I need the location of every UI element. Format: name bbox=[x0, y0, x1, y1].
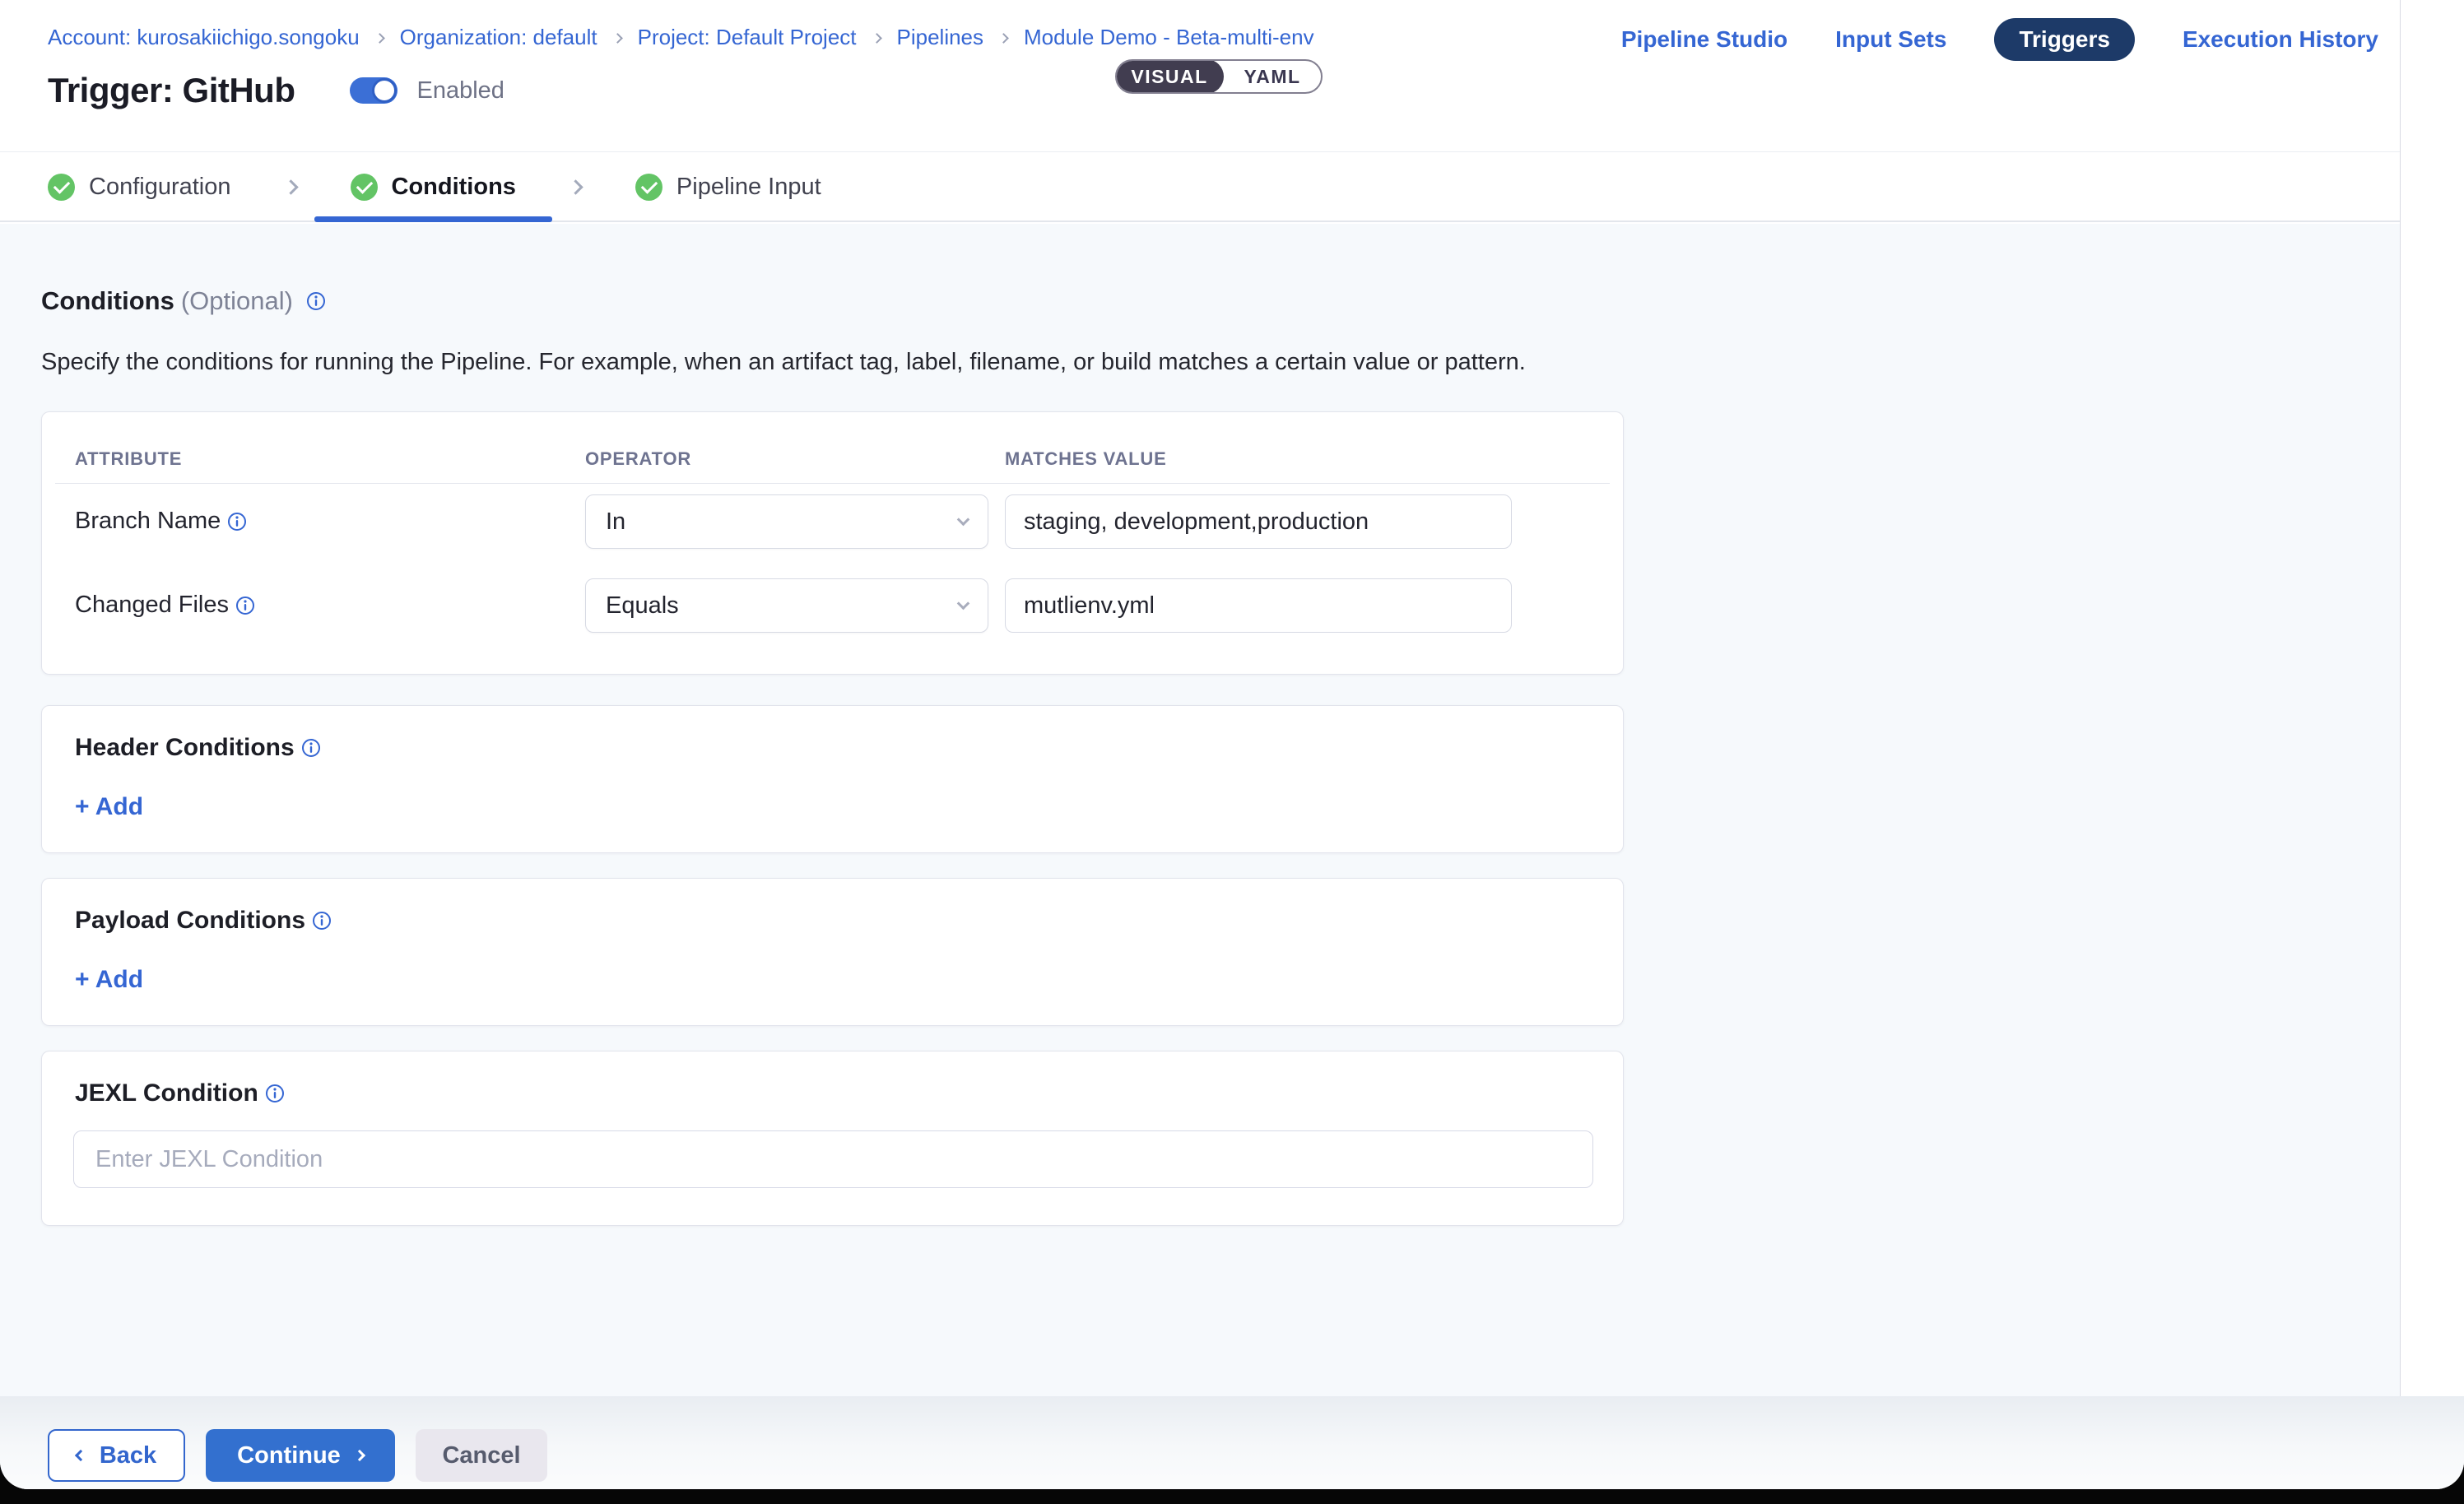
cancel-button[interactable]: Cancel bbox=[416, 1429, 547, 1482]
info-icon[interactable] bbox=[235, 596, 255, 615]
changed-files-matches-value-input[interactable] bbox=[1005, 578, 1512, 633]
enabled-toggle[interactable] bbox=[350, 77, 397, 104]
back-button-label: Back bbox=[100, 1442, 156, 1469]
tab-configuration[interactable]: Configuration bbox=[12, 153, 267, 220]
conditions-description: Specify the conditions for running the P… bbox=[41, 349, 1526, 376]
row-changed-files-label: Changed Files bbox=[75, 592, 255, 619]
page-header: Account: kurosakiichigo.songoku Organiza… bbox=[0, 0, 2400, 152]
branch-operator-value: In bbox=[606, 508, 625, 536]
changed-files-operator-select[interactable]: Equals bbox=[585, 578, 988, 633]
chevron-right-icon bbox=[568, 179, 583, 194]
breadcrumb-project[interactable]: Project: Default Project bbox=[638, 25, 857, 50]
yaml-toggle-button[interactable]: YAML bbox=[1224, 61, 1321, 92]
jexl-condition-title: JEXL Condition bbox=[75, 1079, 285, 1107]
visual-yaml-toggle: VISUAL YAML bbox=[1115, 59, 1323, 94]
breadcrumb-account[interactable]: Account: kurosakiichigo.songoku bbox=[48, 25, 360, 50]
payload-conditions-title-text: Payload Conditions bbox=[75, 907, 305, 935]
conditions-panel: Conditions (Optional) Specify the condit… bbox=[0, 224, 2400, 1396]
check-circle-icon bbox=[48, 174, 75, 201]
tab-configuration-label: Configuration bbox=[89, 174, 231, 201]
toggle-knob bbox=[372, 78, 397, 103]
branch-matches-value-input[interactable] bbox=[1005, 494, 1512, 549]
right-side-panel bbox=[2400, 0, 2464, 1396]
continue-button[interactable]: Continue bbox=[206, 1429, 395, 1482]
tab-pipeline-input[interactable]: Pipeline Input bbox=[599, 153, 858, 220]
branch-operator-select[interactable]: In bbox=[585, 494, 988, 549]
column-header-matches-value: MATCHES VALUE bbox=[1005, 448, 1167, 470]
chevron-down-icon bbox=[957, 596, 970, 610]
continue-button-label: Continue bbox=[237, 1442, 341, 1469]
breadcrumb-organization[interactable]: Organization: default bbox=[400, 25, 597, 50]
chevron-right-icon bbox=[374, 33, 385, 44]
table-header-divider bbox=[55, 483, 1610, 484]
info-icon[interactable] bbox=[306, 291, 326, 311]
header-conditions-add-button[interactable]: + Add bbox=[75, 793, 143, 821]
visual-toggle-button[interactable]: VISUAL bbox=[1115, 59, 1224, 94]
nav-pipeline-studio[interactable]: Pipeline Studio bbox=[1621, 26, 1788, 53]
breadcrumb: Account: kurosakiichigo.songoku Organiza… bbox=[48, 25, 1314, 50]
column-header-operator: OPERATOR bbox=[585, 448, 691, 470]
info-icon[interactable] bbox=[312, 911, 332, 931]
header-conditions-card: Header Conditions + Add bbox=[41, 705, 1624, 853]
payload-conditions-card: Payload Conditions + Add bbox=[41, 878, 1624, 1026]
jexl-condition-input[interactable] bbox=[73, 1130, 1593, 1188]
branch-name-text: Branch Name bbox=[75, 508, 221, 535]
conditions-heading: Conditions (Optional) bbox=[41, 286, 326, 316]
conditions-optional-text: (Optional) bbox=[181, 286, 293, 316]
changed-files-operator-value: Equals bbox=[606, 592, 679, 620]
title-row: Trigger: GitHub Enabled bbox=[48, 71, 504, 110]
chevron-right-icon bbox=[354, 1450, 365, 1461]
chevron-right-icon bbox=[283, 179, 298, 194]
info-icon[interactable] bbox=[265, 1084, 285, 1103]
chevron-right-icon bbox=[612, 33, 623, 44]
cancel-button-label: Cancel bbox=[442, 1442, 520, 1469]
payload-conditions-title: Payload Conditions bbox=[75, 907, 332, 935]
enabled-label: Enabled bbox=[417, 77, 504, 104]
changed-files-text: Changed Files bbox=[75, 592, 229, 619]
info-icon[interactable] bbox=[301, 738, 321, 758]
row-branch-name-label: Branch Name bbox=[75, 508, 247, 535]
payload-conditions-add-button[interactable]: + Add bbox=[75, 966, 143, 994]
chevron-down-icon bbox=[957, 513, 970, 526]
jexl-condition-title-text: JEXL Condition bbox=[75, 1079, 258, 1107]
header-conditions-title: Header Conditions bbox=[75, 734, 321, 762]
footer-bar: Back Continue Cancel bbox=[0, 1396, 2464, 1489]
page-title: Trigger: GitHub bbox=[48, 71, 295, 110]
check-circle-icon bbox=[635, 174, 662, 201]
conditions-table-card: ATTRIBUTE OPERATOR MATCHES VALUE Branch … bbox=[41, 411, 1624, 675]
header-conditions-title-text: Header Conditions bbox=[75, 734, 295, 762]
chevron-right-icon bbox=[872, 33, 882, 44]
tab-pipeline-input-label: Pipeline Input bbox=[676, 174, 821, 201]
nav-input-sets[interactable]: Input Sets bbox=[1835, 26, 1946, 53]
back-button[interactable]: Back bbox=[48, 1429, 185, 1482]
chevron-left-icon bbox=[75, 1450, 86, 1461]
breadcrumb-pipeline-name[interactable]: Module Demo - Beta-multi-env bbox=[1024, 25, 1314, 50]
tab-conditions[interactable]: Conditions bbox=[314, 153, 552, 220]
app-window: Account: kurosakiichigo.songoku Organiza… bbox=[0, 0, 2464, 1489]
tab-conditions-label: Conditions bbox=[392, 174, 516, 201]
jexl-condition-card: JEXL Condition bbox=[41, 1051, 1624, 1226]
column-header-attribute: ATTRIBUTE bbox=[75, 448, 182, 470]
breadcrumb-pipelines[interactable]: Pipelines bbox=[897, 25, 984, 50]
pipeline-nav: Pipeline Studio Input Sets Triggers Exec… bbox=[1621, 18, 2378, 61]
conditions-heading-text: Conditions bbox=[41, 286, 174, 316]
nav-triggers-active[interactable]: Triggers bbox=[1994, 18, 2134, 61]
wizard-steps: Configuration Conditions Pipeline Input bbox=[0, 153, 2400, 222]
chevron-right-icon bbox=[998, 33, 1009, 44]
info-icon[interactable] bbox=[227, 512, 247, 532]
nav-execution-history[interactable]: Execution History bbox=[2183, 26, 2378, 53]
check-circle-icon bbox=[351, 174, 378, 201]
